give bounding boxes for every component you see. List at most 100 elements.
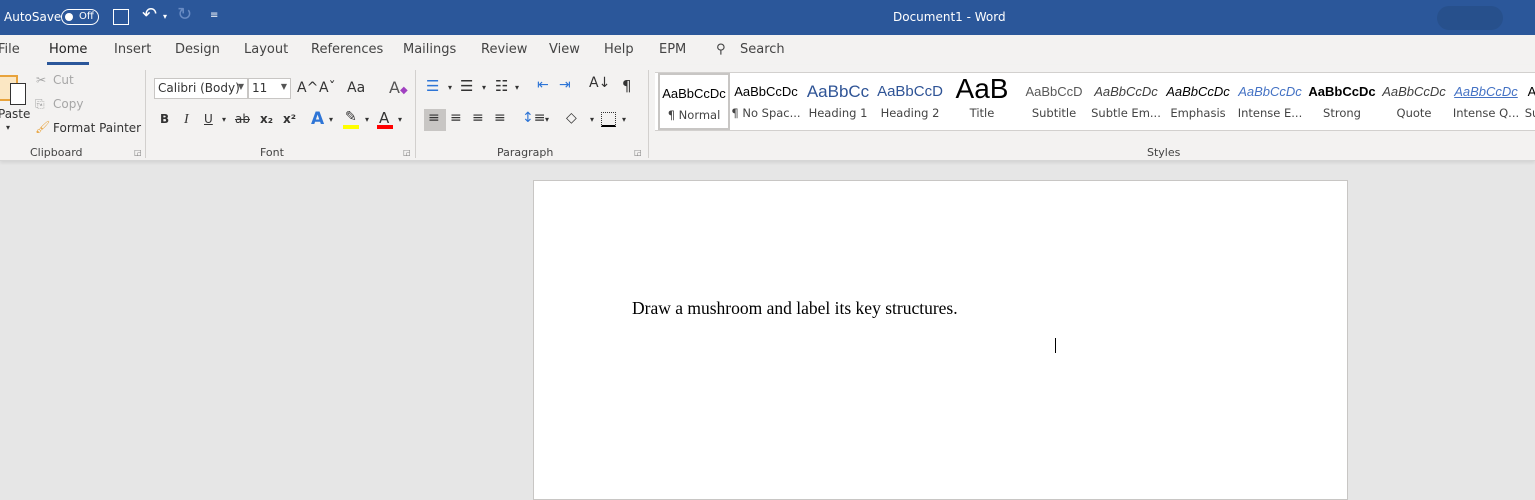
tab-review[interactable]: Review [481,42,527,57]
tab-view[interactable]: View [549,42,580,57]
style-heading-2[interactable]: AaBbCcD Heading 2 [874,73,946,130]
tab-home[interactable]: Home [46,42,90,65]
account-area[interactable] [1437,6,1503,30]
grow-font-button[interactable]: A^ [297,80,318,96]
clipboard-launcher-icon[interactable]: ◲ [134,148,142,157]
style-no-spacing[interactable]: AaBbCcDc ¶ No Spac... [730,73,802,130]
style-emphasis[interactable]: AaBbCcDc Emphasis [1162,73,1234,130]
tab-help[interactable]: Help [604,42,634,57]
style-title[interactable]: AaB Title [946,73,1018,130]
underline-dropdown-icon[interactable]: ▾ [222,115,226,124]
italic-button[interactable]: I [184,112,189,128]
customize-qat-icon[interactable]: ≡ [210,10,218,21]
style-strong[interactable]: AaBbCcDc Strong [1306,73,1378,130]
multilevel-dropdown-icon[interactable]: ▾ [515,83,519,92]
tab-file[interactable]: File [0,42,20,57]
bold-button[interactable]: B [160,112,169,126]
align-right-icon[interactable]: ≡ [472,110,484,126]
text-effects-dropdown-icon[interactable]: ▾ [329,115,333,124]
autosave-toggle[interactable]: Off [61,9,99,25]
style-preview: AaBbCcDc [1382,84,1446,99]
font-size-combo[interactable]: 11 ▼ [248,78,291,99]
style-name: Emphasis [1170,106,1226,120]
bullets-dropdown-icon[interactable]: ▾ [448,83,452,92]
increase-indent-icon[interactable]: ⇥ [559,77,571,93]
format-painter-icon: 🖌 [35,120,51,134]
style-intense-emphasis[interactable]: AaBbCcDc Intense E... [1234,73,1306,130]
show-formatting-button[interactable]: ¶ [622,77,632,95]
copy-icon: ⎘ [35,97,45,111]
decrease-indent-icon[interactable]: ⇤ [537,77,549,93]
style-name: Intense E... [1237,106,1303,120]
strikethrough-button[interactable]: ab [235,112,250,126]
tab-references[interactable]: References [311,42,383,57]
tab-mailings[interactable]: Mailings [403,42,456,57]
change-case-button[interactable]: Aa [347,80,365,96]
shading-icon[interactable]: ◇ [566,110,577,126]
undo-icon[interactable]: ↶ [142,4,157,25]
font-color-dropdown-icon[interactable]: ▾ [398,115,402,124]
search-icon[interactable]: ⚲ [716,42,726,57]
document-page[interactable]: Draw a mushroom and label its key struct… [533,180,1348,500]
autosave-state: Off [79,11,94,22]
paragraph-launcher-icon[interactable]: ◲ [634,148,642,157]
multilevel-list-icon[interactable]: ☷ [495,77,508,95]
cut-button[interactable]: Cut [53,73,74,87]
paste-button[interactable]: Paste [0,107,30,121]
tab-design[interactable]: Design [175,42,220,57]
borders-icon[interactable] [601,112,616,127]
style-quote[interactable]: AaBbCcDc Quote [1378,73,1450,130]
style-intense-quote[interactable]: AaBbCcDc Intense Q... [1450,73,1522,130]
style-subtle-emphasis[interactable]: AaBbCcDc Subtle Em... [1090,73,1162,130]
styles-group-label: Styles [1147,146,1181,159]
style-heading-1[interactable]: AaBbCc Heading 1 [802,73,874,130]
title-bar: AutoSave Off ↶ ▾ ↻ ≡ Document1 - Word [0,0,1535,35]
tab-layout[interactable]: Layout [244,42,288,57]
format-painter-button[interactable]: Format Painter [53,121,141,135]
document-text[interactable]: Draw a mushroom and label its key struct… [632,298,958,319]
numbering-dropdown-icon[interactable]: ▾ [482,83,486,92]
align-left-icon: ≡ [428,110,440,126]
paste-icon-sheet [10,83,26,105]
font-launcher-icon[interactable]: ◲ [403,148,411,157]
shrink-font-button[interactable]: Aˇ [319,80,336,96]
style-subtitle[interactable]: AaBbCcD Subtitle [1018,73,1090,130]
font-group-label: Font [260,146,284,159]
numbering-icon[interactable]: ☰ [460,77,473,95]
style-name: Heading 1 [808,106,868,120]
style-subtle-reference[interactable]: A Su [1522,73,1535,130]
search-box[interactable]: Search [740,42,785,57]
style-name: ¶ No Spac... [731,106,801,120]
undo-dropdown-icon[interactable]: ▾ [163,12,167,21]
font-name-combo[interactable]: Calibri (Body) ▼ [154,78,248,99]
style-preview: AaB [955,73,1009,104]
superscript-button[interactable]: x² [283,112,296,126]
style-normal[interactable]: AaBbCcDc ¶ Normal [658,73,730,130]
highlight-icon[interactable]: ✎ [345,109,357,125]
borders-dropdown-icon[interactable]: ▾ [622,115,626,124]
text-effects-icon[interactable]: A [311,109,324,129]
paste-dropdown-icon[interactable]: ▾ [6,123,10,132]
sort-icon[interactable]: A↓ [589,75,610,91]
style-name: Intense Q... [1452,106,1520,120]
ribbon-tabs: File Home Insert Design Layout Reference… [0,35,1535,65]
subscript-button[interactable]: x₂ [260,112,273,126]
justify-icon[interactable]: ≡ [494,110,506,126]
highlight-dropdown-icon[interactable]: ▾ [365,115,369,124]
style-preview: AaBbCcD [877,83,943,100]
align-center-icon[interactable]: ≡ [450,110,462,126]
redo-icon[interactable]: ↻ [177,4,192,25]
shading-dropdown-icon[interactable]: ▾ [590,115,594,124]
tab-epm[interactable]: EPM [659,42,686,57]
divider [415,70,416,158]
save-icon[interactable] [113,9,129,25]
copy-button[interactable]: Copy [53,97,83,111]
line-spacing-dropdown-icon[interactable]: ▾ [545,115,549,124]
tab-insert[interactable]: Insert [114,42,151,57]
style-preview: AaBbCc [806,82,870,101]
underline-button[interactable]: U [204,112,213,126]
clear-formatting-icon[interactable]: A◆ [389,78,408,97]
bullets-icon[interactable]: ☰ [426,77,439,95]
line-spacing-icon[interactable]: ↕≡ [522,110,545,126]
font-color-bar [377,125,393,129]
